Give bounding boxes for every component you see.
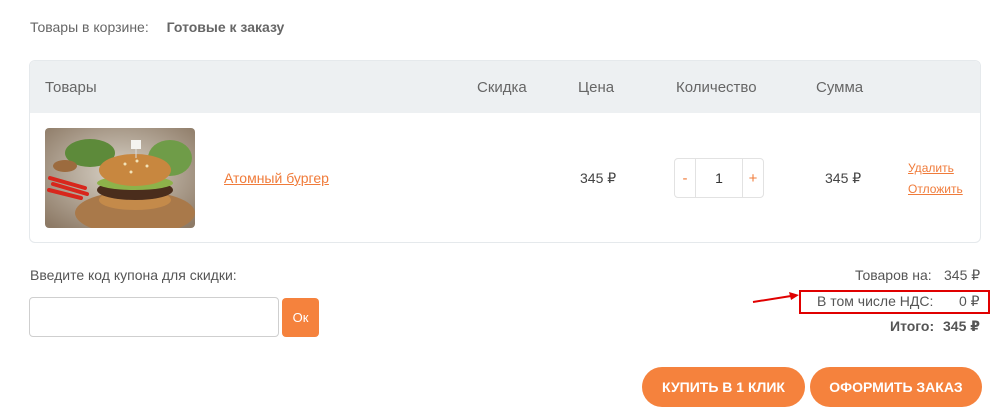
header-discount: Скидка bbox=[477, 79, 527, 96]
vat-label: В том числе НДС: bbox=[817, 293, 934, 309]
cart-tabs: Товары в корзине: Готовые к заказу bbox=[30, 19, 284, 35]
items-total-label: Товаров на: bbox=[855, 267, 932, 283]
red-arrow-icon bbox=[752, 292, 799, 303]
quantity-stepper: - 1 + bbox=[674, 158, 764, 198]
product-image[interactable] bbox=[45, 128, 195, 228]
postpone-link[interactable]: Отложить bbox=[908, 179, 963, 200]
grand-total-value: 345 ₽ bbox=[943, 318, 980, 334]
table-row: Атомный бургер 345 ₽ - 1 + 345 ₽ Удалить… bbox=[30, 113, 980, 242]
row-actions: Удалить Отложить bbox=[908, 158, 963, 200]
quantity-minus-button[interactable]: - bbox=[675, 159, 695, 197]
quantity-plus-button[interactable]: + bbox=[743, 159, 763, 197]
coupon-apply-button[interactable]: Ок bbox=[282, 298, 319, 337]
product-name-link[interactable]: Атомный бургер bbox=[224, 170, 329, 186]
coupon-label: Введите код купона для скидки: bbox=[30, 267, 237, 283]
header-quantity: Количество bbox=[676, 79, 757, 96]
coupon-input[interactable] bbox=[29, 297, 279, 337]
items-total-value: 345 ₽ bbox=[944, 267, 981, 283]
product-price: 345 ₽ bbox=[580, 170, 617, 186]
cart-table: Товары Скидка Цена Количество Сумма Атом… bbox=[29, 60, 981, 243]
quantity-input[interactable]: 1 bbox=[695, 159, 743, 197]
vat-value: 0 ₽ bbox=[959, 293, 980, 309]
checkout-button[interactable]: ОФОРМИТЬ ЗАКАЗ bbox=[810, 367, 982, 407]
tabs-label: Товары в корзине: bbox=[30, 19, 149, 35]
buy-one-click-button[interactable]: КУПИТЬ В 1 КЛИК bbox=[642, 367, 805, 407]
grand-total-label: Итого: bbox=[890, 318, 935, 334]
header-sum: Сумма bbox=[816, 79, 864, 96]
header-price: Цена bbox=[578, 79, 615, 96]
header-products: Товары bbox=[45, 79, 97, 96]
tab-ready-to-order[interactable]: Готовые к заказу bbox=[167, 19, 285, 35]
cart-table-header: Товары Скидка Цена Количество Сумма bbox=[30, 61, 980, 113]
delete-link[interactable]: Удалить bbox=[908, 158, 963, 179]
product-sum: 345 ₽ bbox=[825, 170, 862, 186]
